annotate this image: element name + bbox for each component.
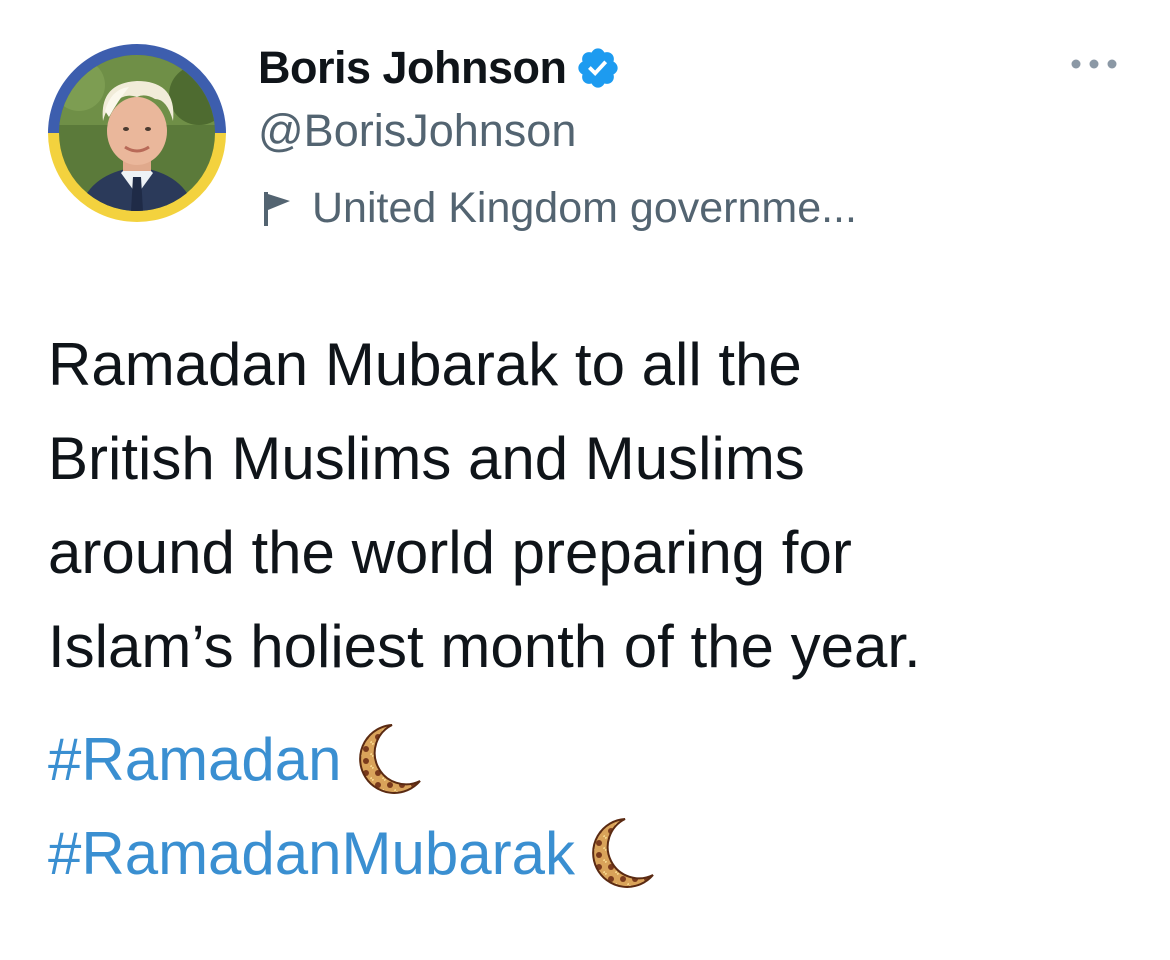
affiliation-label-text: United Kingdom governme... <box>312 183 857 232</box>
avatar-photo <box>59 55 215 211</box>
more-options-icon[interactable] <box>1068 52 1120 76</box>
tweet-text: Ramadan Mubarak to all the British Musli… <box>48 318 1138 694</box>
hashtag-list: #Ramadan #RamadanMubarak <box>48 712 1138 900</box>
author-handle[interactable]: @BorisJohnson <box>258 105 576 157</box>
crescent-moon-icon <box>348 719 424 799</box>
crescent-moon-icon <box>581 813 657 893</box>
avatar[interactable] <box>48 44 226 222</box>
tweet-text-line: Islam’s holiest month of the year. <box>48 613 921 680</box>
hashtag-row: #Ramadan <box>48 712 1138 806</box>
affiliation-label[interactable]: United Kingdom governme... <box>258 182 857 234</box>
author-name-row: Boris Johnson <box>258 40 621 96</box>
tweet-text-line: British Muslims and Muslims <box>48 425 805 492</box>
display-name[interactable]: Boris Johnson <box>258 42 567 94</box>
hashtag-link-ramadan[interactable]: #Ramadan <box>48 725 342 794</box>
tweet: Boris Johnson @BorisJohnson United Kingd… <box>0 0 1170 960</box>
hashtag-link-ramadanmubarak[interactable]: #RamadanMubarak <box>48 819 575 888</box>
hashtag-row: #RamadanMubarak <box>48 806 1138 900</box>
tweet-text-line: around the world preparing for <box>48 519 852 586</box>
verified-badge-icon <box>575 45 621 91</box>
flag-icon <box>258 188 298 228</box>
tweet-text-line: Ramadan Mubarak to all the <box>48 331 802 398</box>
